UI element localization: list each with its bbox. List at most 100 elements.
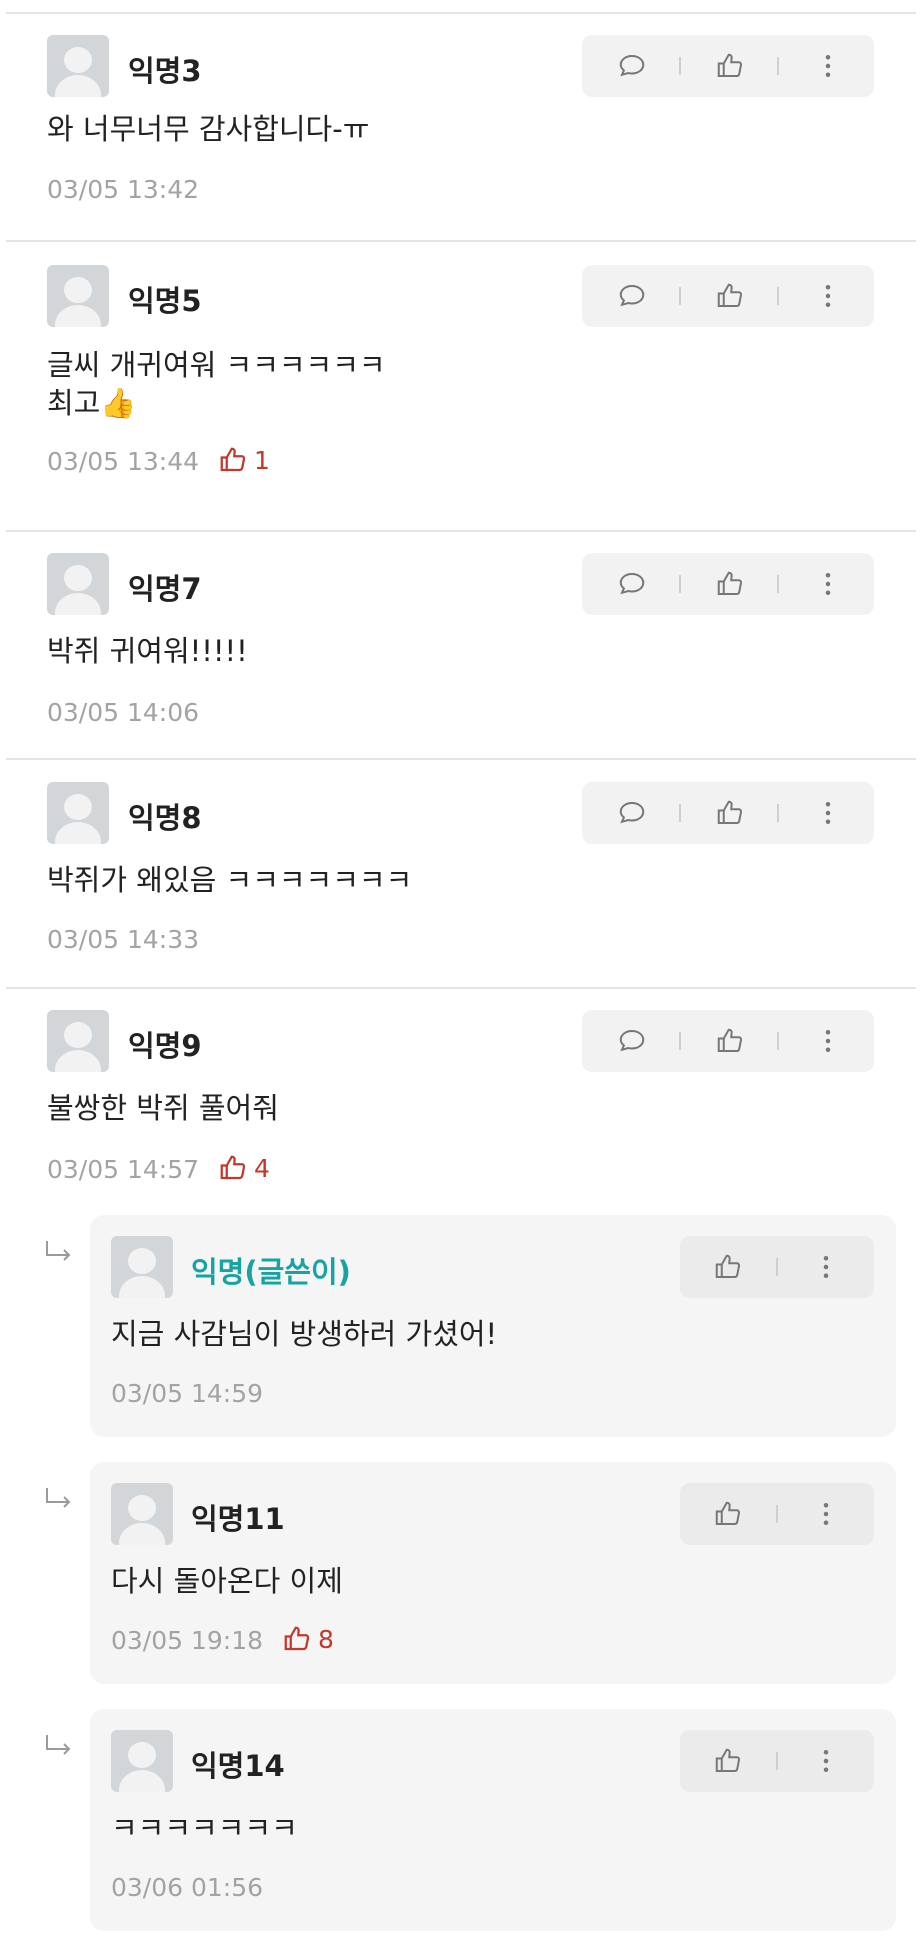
- more-button[interactable]: [798, 35, 858, 97]
- comment: 익명7 박쥐 귀여워!!!!! 03/05 14:06: [0, 553, 922, 758]
- reply-arrow-icon: [46, 1488, 71, 1508]
- divider: [6, 758, 916, 760]
- reply-actions: [680, 1483, 874, 1545]
- reply: 익명(글쓴이) 지금 사감님이 방생하러 가셨어! 03/05 14:59: [0, 1215, 922, 1440]
- divider: [6, 12, 916, 14]
- reply-button[interactable]: [602, 1010, 662, 1072]
- reply-button[interactable]: [602, 553, 662, 615]
- comment-author: 익명9: [128, 1029, 202, 1063]
- vertical-dots-icon: [823, 1750, 829, 1772]
- reply-card: 익명(글쓴이) 지금 사감님이 방생하러 가셨어! 03/05 14:59: [90, 1215, 896, 1437]
- like-count: 8: [282, 1624, 334, 1654]
- thumbs-up-icon: [715, 1501, 741, 1525]
- separator: [679, 287, 681, 305]
- more-button[interactable]: [796, 1730, 856, 1792]
- reply: 익명11 다시 돌아온다 이제 03/05 19:18 8: [0, 1462, 922, 1687]
- reply: 익명14 ㅋㅋㅋㅋㅋㅋㅋ 03/06 01:56: [0, 1709, 922, 1934]
- comment-date: 03/05 14:06: [47, 698, 200, 727]
- separator: [679, 57, 681, 75]
- more-button[interactable]: [798, 265, 858, 327]
- like-button[interactable]: [698, 1730, 758, 1792]
- like-button[interactable]: [698, 1236, 758, 1298]
- reply-date: 03/05 19:18: [111, 1626, 264, 1655]
- more-button[interactable]: [798, 553, 858, 615]
- reply-button[interactable]: [602, 35, 662, 97]
- separator: [776, 1258, 778, 1276]
- comment: 익명3 와 너무너무 감사합니다-ㅠ 03/05 13:42: [0, 35, 922, 240]
- avatar[interactable]: [111, 1236, 173, 1298]
- comment-text: 와 너무너무 감사합니다-ㅠ: [47, 112, 370, 146]
- comment-text: 박쥐 귀여워!!!!!: [47, 634, 248, 668]
- comment-actions: [582, 1010, 874, 1072]
- more-button[interactable]: [796, 1236, 856, 1298]
- avatar[interactable]: [47, 265, 109, 327]
- separator: [777, 287, 779, 305]
- more-button[interactable]: [796, 1483, 856, 1545]
- more-button[interactable]: [798, 782, 858, 844]
- comment-text-fragment: 최고: [47, 386, 101, 420]
- thumbs-up-icon: [717, 53, 743, 77]
- separator: [777, 1032, 779, 1050]
- reply-button[interactable]: [602, 782, 662, 844]
- reply-author-op: 익명(글쓴이): [191, 1255, 351, 1289]
- reply-date: 03/05 14:59: [111, 1379, 264, 1408]
- vertical-dots-icon: [825, 1030, 831, 1052]
- comment-author: 익명7: [128, 572, 202, 606]
- like-button[interactable]: [698, 1483, 758, 1545]
- speech-bubble-icon: [619, 572, 645, 595]
- comment: 익명5 글씨 개귀여워 ㅋㅋㅋㅋㅋㅋ 최고👍 03/05 13:44 1: [0, 265, 922, 530]
- reply-date: 03/06 01:56: [111, 1873, 264, 1902]
- speech-bubble-icon: [619, 1029, 645, 1052]
- comment-text: 박쥐가 왜있음 ㅋㅋㅋㅋㅋㅋㅋ: [47, 863, 413, 897]
- thumbs-up-icon: [284, 1626, 310, 1651]
- thumbs-up-emoji: 👍: [100, 386, 137, 420]
- thumbs-up-icon: [220, 1155, 246, 1180]
- like-button[interactable]: [700, 265, 760, 327]
- reply-arrow-icon: [46, 1735, 71, 1755]
- comment-author: 익명3: [128, 54, 202, 88]
- like-button[interactable]: [700, 553, 760, 615]
- more-button[interactable]: [798, 1010, 858, 1072]
- comment-date: 03/05 13:42: [47, 175, 200, 204]
- thumbs-up-icon: [717, 800, 743, 824]
- comment: 익명8 박쥐가 왜있음 ㅋㅋㅋㅋㅋㅋㅋ 03/05 14:33: [0, 782, 922, 987]
- avatar[interactable]: [47, 553, 109, 615]
- like-count-value: 8: [318, 1624, 334, 1654]
- reply-author: 익명11: [191, 1502, 285, 1536]
- reply-arrow-icon: [46, 1241, 71, 1261]
- reply-text: 다시 돌아온다 이제: [111, 1564, 343, 1598]
- comment-text-line: 글씨 개귀여워 ㅋㅋㅋㅋㅋㅋ: [47, 348, 386, 382]
- avatar[interactable]: [47, 35, 109, 97]
- reply-text: 지금 사감님이 방생하러 가셨어!: [111, 1317, 498, 1351]
- speech-bubble-icon: [619, 54, 645, 77]
- like-button[interactable]: [700, 1010, 760, 1072]
- comment-text-line: 최고👍: [47, 383, 136, 423]
- avatar[interactable]: [47, 782, 109, 844]
- avatar[interactable]: [111, 1730, 173, 1792]
- like-button[interactable]: [700, 782, 760, 844]
- comment-date: 03/05 14:33: [47, 925, 200, 954]
- thumbs-up-icon: [715, 1254, 741, 1278]
- thumbs-up-icon: [717, 1028, 743, 1052]
- like-count: 4: [218, 1153, 270, 1183]
- comment-actions: [582, 782, 874, 844]
- vertical-dots-icon: [825, 55, 831, 77]
- separator: [679, 804, 681, 822]
- reply-card: 익명11 다시 돌아온다 이제 03/05 19:18 8: [90, 1462, 896, 1684]
- like-count-value: 4: [254, 1153, 270, 1183]
- comment-author: 익명5: [128, 284, 202, 318]
- reply-actions: [680, 1236, 874, 1298]
- reply-text: ㅋㅋㅋㅋㅋㅋㅋ: [111, 1811, 298, 1845]
- separator: [777, 575, 779, 593]
- reply-button[interactable]: [602, 265, 662, 327]
- reply-author: 익명14: [191, 1749, 285, 1783]
- comment: 익명9 불쌍한 박쥐 풀어줘 03/05 14:57 4: [0, 1010, 922, 1210]
- separator: [679, 1032, 681, 1050]
- avatar[interactable]: [111, 1483, 173, 1545]
- separator: [776, 1752, 778, 1770]
- like-button[interactable]: [700, 35, 760, 97]
- speech-bubble-icon: [619, 801, 645, 824]
- thumbs-up-icon: [715, 1748, 741, 1772]
- avatar[interactable]: [47, 1010, 109, 1072]
- like-count-value: 1: [254, 445, 270, 475]
